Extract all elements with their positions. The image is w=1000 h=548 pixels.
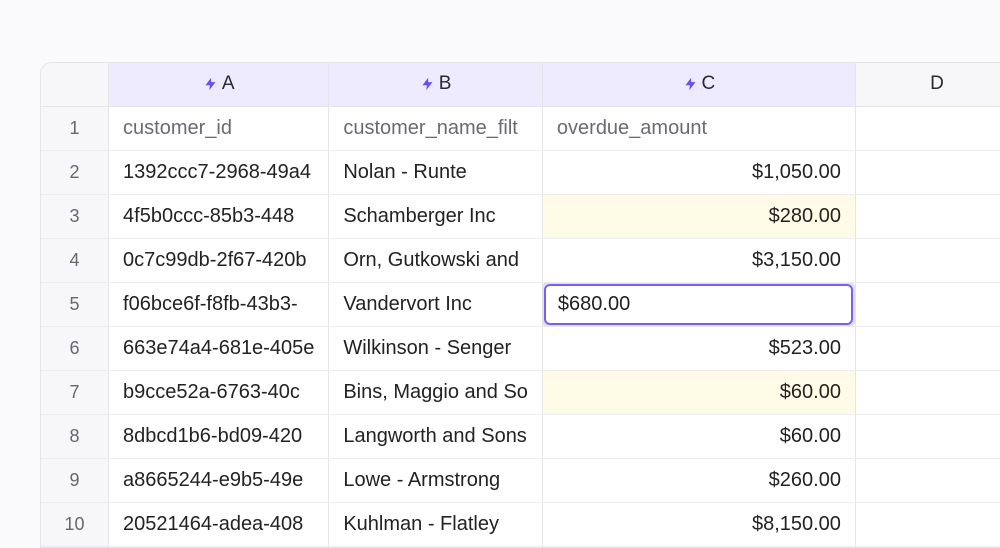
- row-header[interactable]: 9: [41, 458, 109, 502]
- cell-overdue-amount[interactable]: $523.00: [542, 326, 855, 370]
- cell-customer-name[interactable]: Wilkinson - Senger: [329, 326, 543, 370]
- row-header[interactable]: 7: [41, 370, 109, 414]
- cell-customer-id[interactable]: 8dbcd1b6-bd09-420: [109, 414, 329, 458]
- cell-overdue-amount-selected[interactable]: $680.00: [542, 282, 855, 326]
- cell-customer-name[interactable]: Orn, Gutkowski and: [329, 238, 543, 282]
- cell-customer-id[interactable]: 663e74a4-681e-405e: [109, 326, 329, 370]
- cell-empty[interactable]: [855, 326, 1000, 370]
- cell-customer-id[interactable]: a8665244-e9b5-49e: [109, 458, 329, 502]
- bolt-icon: [203, 74, 218, 94]
- table-row: 9a8665244-e9b5-49eLowe - Armstrong$260.0…: [41, 458, 1000, 502]
- cell-empty[interactable]: [855, 414, 1000, 458]
- cell-customer-id[interactable]: b9cce52a-6763-40c: [109, 370, 329, 414]
- column-letter: C: [702, 73, 716, 95]
- column-letter: B: [439, 73, 452, 95]
- table-row: 7b9cce52a-6763-40cBins, Maggio and So$60…: [41, 370, 1000, 414]
- spreadsheet[interactable]: A B C D 1customer_idcustomer_name_filtoverd…: [40, 62, 1000, 548]
- cell-customer-id[interactable]: 1392ccc7-2968-49a4: [109, 150, 329, 194]
- cell-empty[interactable]: [855, 106, 1000, 150]
- cell-overdue-amount[interactable]: $260.00: [542, 458, 855, 502]
- column-letter: D: [930, 73, 944, 95]
- column-header-b[interactable]: B: [329, 63, 543, 106]
- row-header[interactable]: 10: [41, 502, 109, 546]
- bolt-icon: [420, 74, 435, 94]
- cell-customer-name[interactable]: Langworth and Sons: [329, 414, 543, 458]
- cell-empty[interactable]: [855, 370, 1000, 414]
- column-header-c[interactable]: C: [542, 63, 855, 106]
- cell-empty[interactable]: [855, 458, 1000, 502]
- cell-customer-id[interactable]: 20521464-adea-408: [109, 502, 329, 546]
- cell-customer-name[interactable]: Schamberger Inc: [329, 194, 543, 238]
- cell-overdue-amount[interactable]: $60.00: [542, 370, 855, 414]
- table-row: 1020521464-adea-408Kuhlman - Flatley$8,1…: [41, 502, 1000, 546]
- row-header[interactable]: 6: [41, 326, 109, 370]
- select-all-corner[interactable]: [41, 63, 109, 106]
- cell-customer-id[interactable]: customer_id: [109, 106, 329, 150]
- cell-customer-name[interactable]: Lowe - Armstrong: [329, 458, 543, 502]
- cell-editor-value[interactable]: $680.00: [558, 293, 630, 316]
- table-row: 5f06bce6f-f8fb-43b3-Vandervort Inc $680.0…: [41, 282, 1000, 326]
- cell-customer-id[interactable]: f06bce6f-f8fb-43b3-: [109, 282, 329, 326]
- table-row: 40c7c99db-2f67-420bOrn, Gutkowski and$3,…: [41, 238, 1000, 282]
- cell-overdue-amount[interactable]: $1,050.00: [542, 150, 855, 194]
- row-header[interactable]: 4: [41, 238, 109, 282]
- cell-overdue-amount[interactable]: $8,150.00: [542, 502, 855, 546]
- cell-empty[interactable]: [855, 502, 1000, 546]
- cell-customer-id[interactable]: 4f5b0ccc-85b3-448: [109, 194, 329, 238]
- cell-empty[interactable]: [855, 194, 1000, 238]
- column-header-d[interactable]: D: [855, 63, 1000, 106]
- bolt-icon: [683, 74, 698, 94]
- row-header[interactable]: 8: [41, 414, 109, 458]
- row-header[interactable]: 5: [41, 282, 109, 326]
- table-row: 6663e74a4-681e-405eWilkinson - Senger$52…: [41, 326, 1000, 370]
- cell-selection[interactable]: $680.00: [544, 284, 853, 325]
- cell-customer-name[interactable]: Kuhlman - Flatley: [329, 502, 543, 546]
- cell-customer-name[interactable]: Bins, Maggio and So: [329, 370, 543, 414]
- column-header-a[interactable]: A: [109, 63, 329, 106]
- cell-overdue-amount[interactable]: overdue_amount: [542, 106, 855, 150]
- cell-overdue-amount[interactable]: $280.00: [542, 194, 855, 238]
- cell-empty[interactable]: [855, 238, 1000, 282]
- cell-customer-name[interactable]: customer_name_filt: [329, 106, 543, 150]
- cell-customer-name[interactable]: Nolan - Runte: [329, 150, 543, 194]
- row-header[interactable]: 2: [41, 150, 109, 194]
- table-row: 1customer_idcustomer_name_filtoverdue_am…: [41, 106, 1000, 150]
- cell-overdue-amount[interactable]: $3,150.00: [542, 238, 855, 282]
- cell-overdue-amount[interactable]: $60.00: [542, 414, 855, 458]
- table-row: 88dbcd1b6-bd09-420Langworth and Sons$60.…: [41, 414, 1000, 458]
- table-row: 21392ccc7-2968-49a4Nolan - Runte$1,050.0…: [41, 150, 1000, 194]
- table-row: 34f5b0ccc-85b3-448Schamberger Inc$280.00: [41, 194, 1000, 238]
- cell-empty[interactable]: [855, 282, 1000, 326]
- cell-empty[interactable]: [855, 150, 1000, 194]
- cell-customer-id[interactable]: 0c7c99db-2f67-420b: [109, 238, 329, 282]
- row-header[interactable]: 3: [41, 194, 109, 238]
- cell-customer-name[interactable]: Vandervort Inc: [329, 282, 543, 326]
- row-header[interactable]: 1: [41, 106, 109, 150]
- column-letter: A: [222, 73, 235, 95]
